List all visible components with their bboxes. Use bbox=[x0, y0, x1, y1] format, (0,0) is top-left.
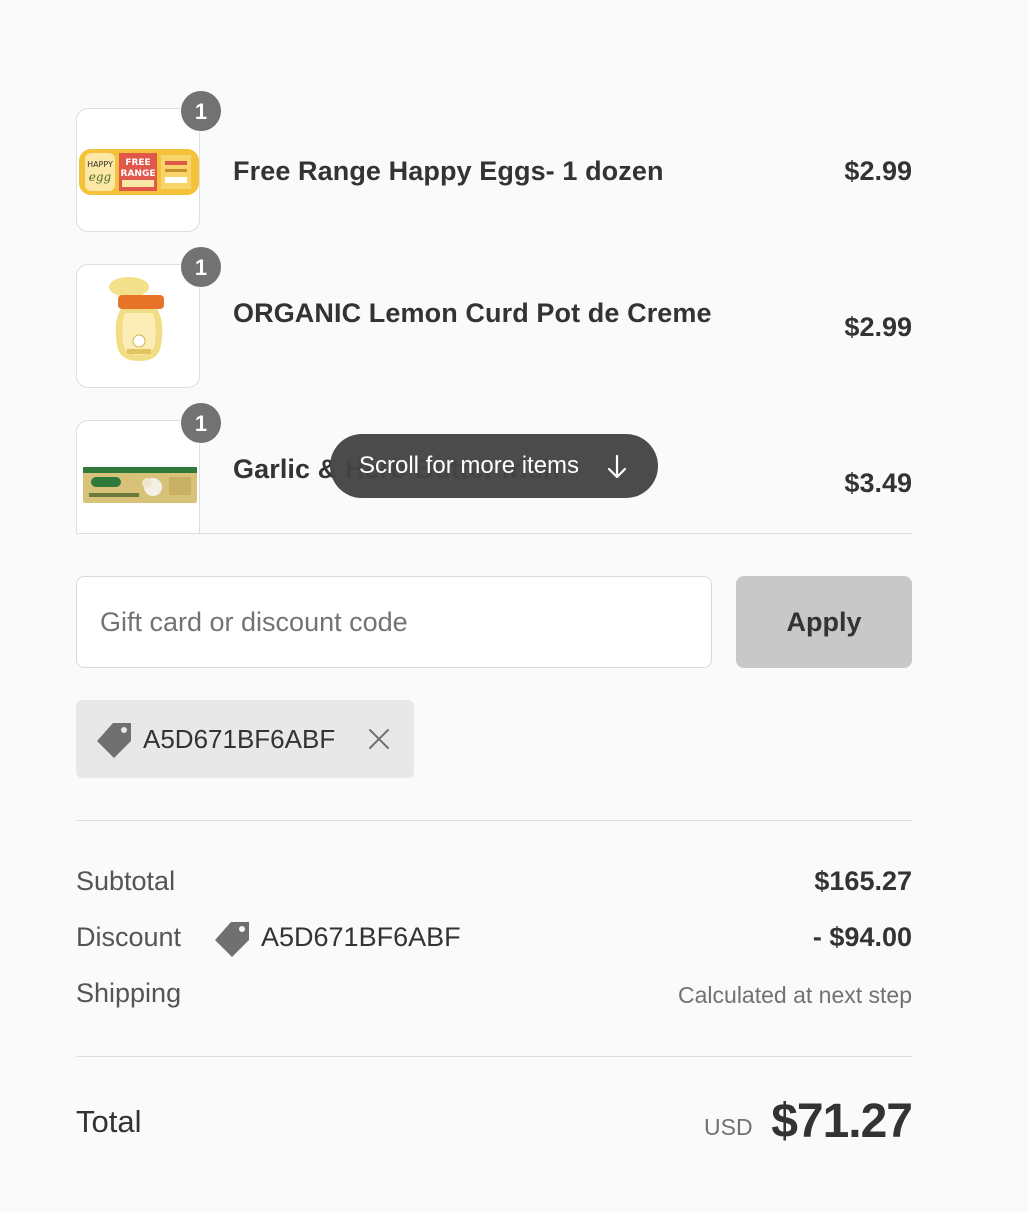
scroll-hint-label: Scroll for more items bbox=[359, 452, 580, 479]
currency-code: USD bbox=[704, 1114, 753, 1140]
product-thumbnail: HAPPY egg FREE RANGE bbox=[76, 108, 200, 232]
shipping-value: Calculated at next step bbox=[678, 982, 912, 1008]
product-row: 1 ORGANIC Lemon Curd Pot de Creme $2.99 bbox=[76, 238, 912, 394]
tag-icon bbox=[215, 922, 249, 957]
quantity-badge: 1 bbox=[180, 402, 222, 444]
discount-code: A5D671BF6ABF bbox=[261, 922, 461, 952]
tag-icon bbox=[97, 723, 131, 758]
svg-text:RANGE: RANGE bbox=[121, 169, 156, 179]
product-thumbnail bbox=[76, 420, 200, 533]
discount-code-label: A5D671BF6ABF bbox=[143, 724, 336, 754]
quantity-badge: 1 bbox=[180, 90, 222, 132]
total-label: Total bbox=[76, 1104, 142, 1139]
product-price: $2.99 bbox=[844, 312, 912, 342]
svg-text:FREE: FREE bbox=[125, 158, 150, 168]
product-thumbnail bbox=[76, 264, 200, 388]
apply-button[interactable]: Apply bbox=[736, 576, 912, 668]
scroll-for-more-button[interactable]: Scroll for more items bbox=[330, 434, 658, 498]
divider bbox=[76, 820, 912, 821]
product-name: Free Range Happy Eggs- 1 dozen bbox=[233, 156, 664, 186]
applied-discount-tag: A5D671BF6ABF bbox=[76, 700, 414, 778]
remove-discount-icon[interactable] bbox=[368, 728, 390, 750]
product-name: ORGANIC Lemon Curd Pot de Creme bbox=[233, 298, 712, 328]
shipping-label: Shipping bbox=[76, 978, 182, 1008]
product-row: HAPPY egg FREE RANGE 1 Free Range Happy … bbox=[76, 82, 912, 238]
subtotal-label: Subtotal bbox=[76, 866, 176, 896]
arrow-down-icon bbox=[607, 454, 627, 479]
discount-code-input[interactable] bbox=[76, 576, 712, 668]
subtotal-value: $165.27 bbox=[814, 866, 912, 896]
product-price: $2.99 bbox=[844, 156, 912, 186]
quantity-badge: 1 bbox=[180, 246, 222, 288]
discount-value: - $94.00 bbox=[812, 922, 912, 952]
divider bbox=[76, 1056, 912, 1057]
svg-text:egg: egg bbox=[89, 170, 112, 184]
product-price: $3.49 bbox=[844, 468, 912, 498]
discount-label: Discount bbox=[76, 922, 182, 952]
svg-text:HAPPY: HAPPY bbox=[87, 160, 113, 169]
total-value: $71.27 bbox=[771, 1095, 913, 1148]
